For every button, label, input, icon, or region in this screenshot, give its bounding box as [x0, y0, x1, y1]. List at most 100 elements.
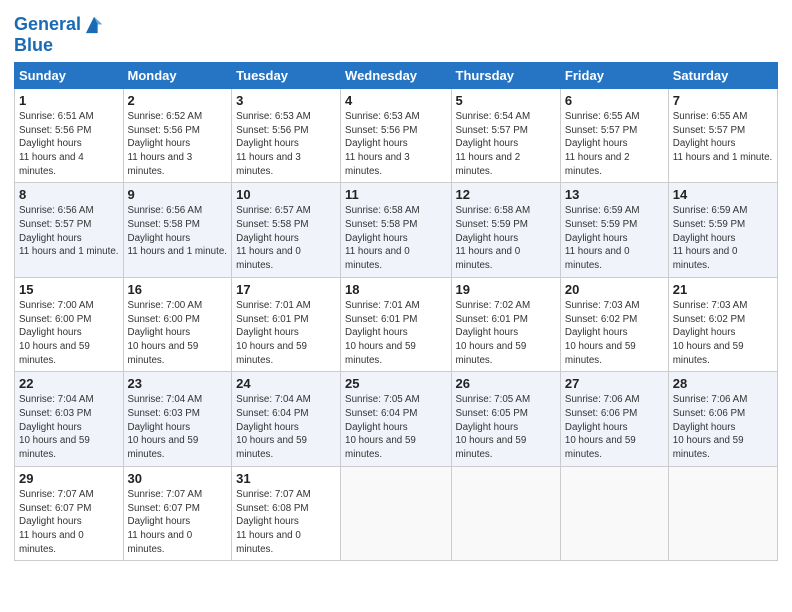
weekday-header-saturday: Saturday	[668, 62, 777, 88]
day-number: 14	[673, 187, 773, 202]
day-info: Sunrise: 7:01 AM Sunset: 6:01 PM Dayligh…	[236, 299, 336, 368]
calendar-day-23: 23 Sunrise: 7:04 AM Sunset: 6:03 PM Dayl…	[123, 372, 232, 467]
calendar-day-4: 4 Sunrise: 6:53 AM Sunset: 5:56 PM Dayli…	[341, 88, 451, 183]
calendar-day-19: 19 Sunrise: 7:02 AM Sunset: 6:01 PM Dayl…	[451, 277, 560, 372]
day-number: 5	[456, 93, 556, 108]
day-number: 30	[128, 471, 228, 486]
day-number: 25	[345, 376, 446, 391]
day-number: 15	[19, 282, 119, 297]
calendar-day-5: 5 Sunrise: 6:54 AM Sunset: 5:57 PM Dayli…	[451, 88, 560, 183]
day-info: Sunrise: 7:07 AM Sunset: 6:07 PM Dayligh…	[128, 488, 228, 557]
day-info: Sunrise: 6:52 AM Sunset: 5:56 PM Dayligh…	[128, 110, 228, 179]
day-info: Sunrise: 6:56 AM Sunset: 5:57 PM Dayligh…	[19, 204, 119, 259]
day-info: Sunrise: 7:04 AM Sunset: 6:04 PM Dayligh…	[236, 393, 336, 462]
weekday-header-wednesday: Wednesday	[341, 62, 451, 88]
calendar-day-18: 18 Sunrise: 7:01 AM Sunset: 6:01 PM Dayl…	[341, 277, 451, 372]
calendar-day-11: 11 Sunrise: 6:58 AM Sunset: 5:58 PM Dayl…	[341, 183, 451, 278]
logo-blue: Blue	[14, 36, 105, 56]
day-number: 22	[19, 376, 119, 391]
day-number: 31	[236, 471, 336, 486]
calendar-day-3: 3 Sunrise: 6:53 AM Sunset: 5:56 PM Dayli…	[232, 88, 341, 183]
calendar-day-15: 15 Sunrise: 7:00 AM Sunset: 6:00 PM Dayl…	[15, 277, 124, 372]
header: General Blue	[14, 10, 778, 56]
day-number: 23	[128, 376, 228, 391]
day-number: 3	[236, 93, 336, 108]
calendar-day-16: 16 Sunrise: 7:00 AM Sunset: 6:00 PM Dayl…	[123, 277, 232, 372]
weekday-header-tuesday: Tuesday	[232, 62, 341, 88]
day-info: Sunrise: 7:07 AM Sunset: 6:07 PM Dayligh…	[19, 488, 119, 557]
calendar-week-2: 8 Sunrise: 6:56 AM Sunset: 5:57 PM Dayli…	[15, 183, 778, 278]
day-info: Sunrise: 6:58 AM Sunset: 5:59 PM Dayligh…	[456, 204, 556, 273]
day-info: Sunrise: 6:55 AM Sunset: 5:57 PM Dayligh…	[673, 110, 773, 165]
day-info: Sunrise: 7:03 AM Sunset: 6:02 PM Dayligh…	[673, 299, 773, 368]
calendar-day-2: 2 Sunrise: 6:52 AM Sunset: 5:56 PM Dayli…	[123, 88, 232, 183]
calendar-day-10: 10 Sunrise: 6:57 AM Sunset: 5:58 PM Dayl…	[232, 183, 341, 278]
day-info: Sunrise: 7:04 AM Sunset: 6:03 PM Dayligh…	[19, 393, 119, 462]
calendar-day-12: 12 Sunrise: 6:58 AM Sunset: 5:59 PM Dayl…	[451, 183, 560, 278]
empty-cell	[560, 466, 668, 561]
logo-text: General	[14, 15, 81, 35]
day-number: 9	[128, 187, 228, 202]
day-number: 24	[236, 376, 336, 391]
calendar-week-4: 22 Sunrise: 7:04 AM Sunset: 6:03 PM Dayl…	[15, 372, 778, 467]
calendar-day-7: 7 Sunrise: 6:55 AM Sunset: 5:57 PM Dayli…	[668, 88, 777, 183]
calendar-day-25: 25 Sunrise: 7:05 AM Sunset: 6:04 PM Dayl…	[341, 372, 451, 467]
calendar-day-28: 28 Sunrise: 7:06 AM Sunset: 6:06 PM Dayl…	[668, 372, 777, 467]
calendar-day-14: 14 Sunrise: 6:59 AM Sunset: 5:59 PM Dayl…	[668, 183, 777, 278]
empty-cell	[668, 466, 777, 561]
day-info: Sunrise: 6:54 AM Sunset: 5:57 PM Dayligh…	[456, 110, 556, 179]
day-info: Sunrise: 6:59 AM Sunset: 5:59 PM Dayligh…	[673, 204, 773, 273]
day-number: 26	[456, 376, 556, 391]
day-number: 6	[565, 93, 664, 108]
empty-cell	[451, 466, 560, 561]
calendar-day-6: 6 Sunrise: 6:55 AM Sunset: 5:57 PM Dayli…	[560, 88, 668, 183]
day-number: 29	[19, 471, 119, 486]
day-info: Sunrise: 7:07 AM Sunset: 6:08 PM Dayligh…	[236, 488, 336, 557]
day-info: Sunrise: 7:01 AM Sunset: 6:01 PM Dayligh…	[345, 299, 446, 368]
calendar-day-9: 9 Sunrise: 6:56 AM Sunset: 5:58 PM Dayli…	[123, 183, 232, 278]
logo-icon	[83, 14, 105, 36]
day-number: 19	[456, 282, 556, 297]
day-info: Sunrise: 7:02 AM Sunset: 6:01 PM Dayligh…	[456, 299, 556, 368]
logo: General Blue	[14, 14, 105, 56]
day-number: 13	[565, 187, 664, 202]
calendar-week-3: 15 Sunrise: 7:00 AM Sunset: 6:00 PM Dayl…	[15, 277, 778, 372]
calendar-day-13: 13 Sunrise: 6:59 AM Sunset: 5:59 PM Dayl…	[560, 183, 668, 278]
day-number: 21	[673, 282, 773, 297]
day-number: 8	[19, 187, 119, 202]
day-info: Sunrise: 6:57 AM Sunset: 5:58 PM Dayligh…	[236, 204, 336, 273]
weekday-header-thursday: Thursday	[451, 62, 560, 88]
day-info: Sunrise: 7:06 AM Sunset: 6:06 PM Dayligh…	[673, 393, 773, 462]
calendar-day-31: 31 Sunrise: 7:07 AM Sunset: 6:08 PM Dayl…	[232, 466, 341, 561]
day-number: 4	[345, 93, 446, 108]
day-info: Sunrise: 6:56 AM Sunset: 5:58 PM Dayligh…	[128, 204, 228, 259]
day-info: Sunrise: 7:03 AM Sunset: 6:02 PM Dayligh…	[565, 299, 664, 368]
weekday-header-sunday: Sunday	[15, 62, 124, 88]
day-info: Sunrise: 7:05 AM Sunset: 6:04 PM Dayligh…	[345, 393, 446, 462]
day-info: Sunrise: 6:58 AM Sunset: 5:58 PM Dayligh…	[345, 204, 446, 273]
day-number: 20	[565, 282, 664, 297]
day-number: 16	[128, 282, 228, 297]
calendar-week-5: 29 Sunrise: 7:07 AM Sunset: 6:07 PM Dayl…	[15, 466, 778, 561]
calendar-day-17: 17 Sunrise: 7:01 AM Sunset: 6:01 PM Dayl…	[232, 277, 341, 372]
day-info: Sunrise: 6:53 AM Sunset: 5:56 PM Dayligh…	[345, 110, 446, 179]
day-number: 28	[673, 376, 773, 391]
day-number: 18	[345, 282, 446, 297]
day-info: Sunrise: 6:53 AM Sunset: 5:56 PM Dayligh…	[236, 110, 336, 179]
page-container: General Blue SundayMondayTuesdayWednesda…	[0, 0, 792, 571]
day-info: Sunrise: 7:00 AM Sunset: 6:00 PM Dayligh…	[19, 299, 119, 368]
day-info: Sunrise: 7:05 AM Sunset: 6:05 PM Dayligh…	[456, 393, 556, 462]
day-number: 17	[236, 282, 336, 297]
day-number: 2	[128, 93, 228, 108]
day-info: Sunrise: 6:51 AM Sunset: 5:56 PM Dayligh…	[19, 110, 119, 179]
day-info: Sunrise: 7:04 AM Sunset: 6:03 PM Dayligh…	[128, 393, 228, 462]
day-number: 7	[673, 93, 773, 108]
weekday-header-monday: Monday	[123, 62, 232, 88]
calendar-day-29: 29 Sunrise: 7:07 AM Sunset: 6:07 PM Dayl…	[15, 466, 124, 561]
day-number: 10	[236, 187, 336, 202]
calendar-week-1: 1 Sunrise: 6:51 AM Sunset: 5:56 PM Dayli…	[15, 88, 778, 183]
calendar-day-27: 27 Sunrise: 7:06 AM Sunset: 6:06 PM Dayl…	[560, 372, 668, 467]
empty-cell	[341, 466, 451, 561]
calendar-day-26: 26 Sunrise: 7:05 AM Sunset: 6:05 PM Dayl…	[451, 372, 560, 467]
calendar-day-21: 21 Sunrise: 7:03 AM Sunset: 6:02 PM Dayl…	[668, 277, 777, 372]
